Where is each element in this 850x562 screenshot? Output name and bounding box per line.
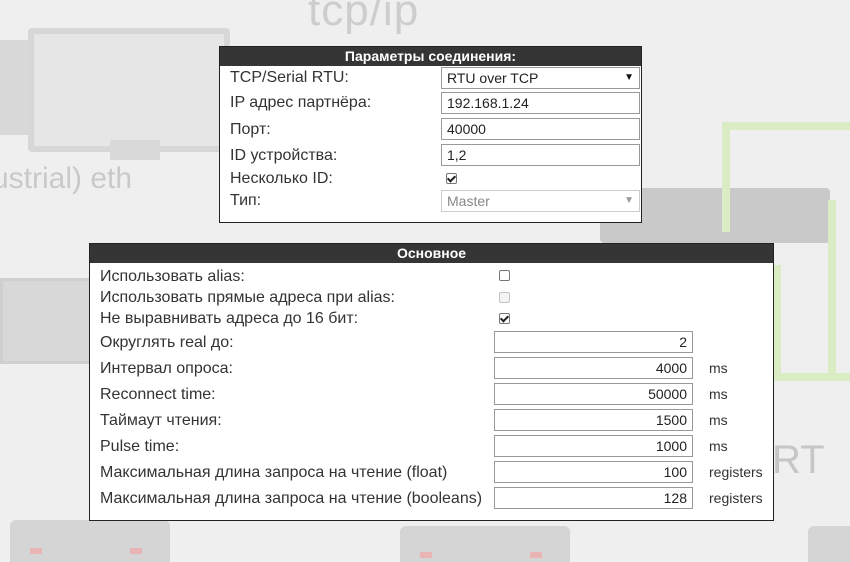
pulse-time-label: Pulse time:: [100, 438, 180, 455]
max-read-bool-input[interactable]: 128: [494, 487, 693, 509]
pulse-time-input[interactable]: 1000: [494, 435, 693, 457]
main-settings-panel: Основное Использовать alias: Использоват…: [89, 243, 774, 521]
caret-down-icon: ▼: [624, 195, 634, 206]
bg-side-text: ustrial) eth: [0, 162, 133, 195]
poll-interval-input[interactable]: 4000: [494, 357, 693, 379]
max-read-float-unit: registers: [709, 464, 763, 480]
bg-led: [530, 552, 542, 558]
caret-down-icon: ▼: [624, 72, 634, 83]
max-read-float-input[interactable]: 100: [494, 461, 693, 483]
port-label: Порт:: [230, 121, 271, 138]
bg-corner-text: RT: [772, 438, 825, 482]
max-read-bool-unit: registers: [709, 490, 763, 506]
bg-device: [10, 520, 170, 562]
bg-cable: [773, 265, 781, 380]
round-real-label: Округлять real до:: [100, 334, 234, 351]
multiple-id-label: Несколько ID:: [230, 170, 333, 187]
read-timeout-label: Таймаут чтения:: [100, 412, 222, 429]
round-real-input[interactable]: 2: [494, 331, 693, 353]
pulse-time-unit: ms: [709, 438, 728, 454]
reconnect-time-label: Reconnect time:: [100, 386, 216, 403]
poll-interval-unit: ms: [709, 360, 728, 376]
no-align-16bit-label: Не выравнивать адреса до 16 бит:: [100, 310, 359, 327]
device-id-input[interactable]: 1,2: [441, 144, 640, 166]
use-alias-label: Использовать alias:: [100, 268, 245, 285]
bg-led: [30, 548, 42, 554]
bg-computer-tower: [0, 40, 30, 135]
no-align-16bit-checkbox[interactable]: [499, 313, 510, 324]
bg-device: [808, 526, 850, 562]
reconnect-time-unit: ms: [709, 386, 728, 402]
direct-addresses-checkbox: [499, 292, 510, 303]
bg-title-text: tcp/ip: [308, 0, 420, 35]
protocol-select[interactable]: RTU over TCP ▼: [441, 67, 640, 89]
partner-ip-label: IP адрес партнёра:: [230, 94, 372, 111]
use-alias-checkbox[interactable]: [499, 270, 510, 281]
bg-plc-device: [0, 278, 96, 364]
device-id-label: ID устройства:: [230, 147, 338, 164]
bg-cable: [722, 122, 850, 130]
reconnect-time-input[interactable]: 50000: [494, 383, 693, 405]
poll-interval-label: Интервал опроса:: [100, 360, 233, 377]
read-timeout-input[interactable]: 1500: [494, 409, 693, 431]
bg-monitor: [28, 28, 230, 152]
bg-cable: [722, 122, 730, 232]
max-read-bool-label: Максимальная длина запроса на чтение (bo…: [100, 490, 483, 507]
type-select-value: Master: [447, 193, 490, 209]
port-input[interactable]: 40000: [441, 118, 640, 140]
bg-led: [130, 548, 142, 554]
type-label: Тип:: [230, 192, 262, 209]
bg-monitor-stand: [110, 140, 160, 160]
protocol-label: TCP/Serial RTU:: [230, 69, 349, 86]
read-timeout-unit: ms: [709, 412, 728, 428]
connection-panel: Параметры соединения: TCP/Serial RTU: RT…: [219, 46, 642, 223]
multiple-id-checkbox[interactable]: [446, 173, 457, 184]
protocol-select-value: RTU over TCP: [447, 70, 539, 86]
partner-ip-input[interactable]: 192.168.1.24: [441, 92, 640, 114]
connection-panel-title: Параметры соединения:: [220, 47, 641, 66]
direct-addresses-label: Использовать прямые адреса при alias:: [100, 289, 395, 306]
bg-led: [420, 552, 432, 558]
bg-cable: [773, 373, 850, 381]
type-select: Master ▼: [441, 190, 640, 212]
max-read-float-label: Максимальная длина запроса на чтение (fl…: [100, 464, 448, 481]
bg-cable: [828, 200, 836, 380]
main-settings-title: Основное: [90, 244, 773, 263]
